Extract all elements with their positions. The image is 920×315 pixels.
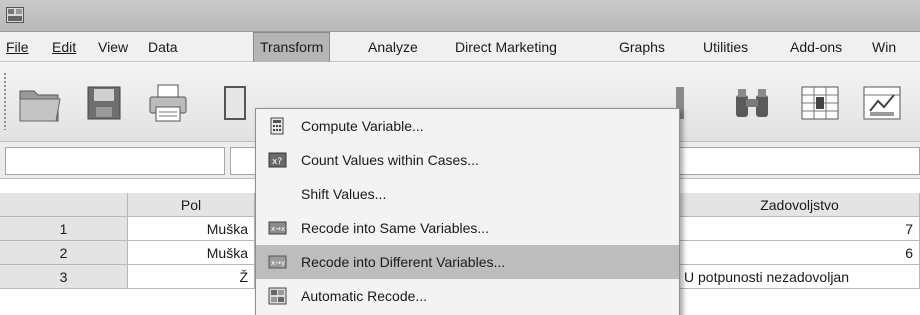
table-cell-zadovoljstvo[interactable]: U potpunosti nezadovoljan [680,265,920,289]
svg-text:x→x: x→x [271,225,285,233]
menu-view[interactable]: View [98,32,128,62]
row-number[interactable]: 2 [0,241,128,265]
table-cell-pol[interactable]: Ž [128,265,255,289]
split-file-icon[interactable] [796,79,844,127]
save-icon[interactable] [80,79,128,127]
window-titlebar [0,0,920,32]
weight-cases-icon[interactable] [858,79,906,127]
menu-item-label: Recode into Same Variables... [301,220,490,236]
grid-corner[interactable] [0,193,128,217]
menu-item-compute-variable[interactable]: Compute Variable... [256,109,679,143]
row-number[interactable]: 1 [0,217,128,241]
menu-window[interactable]: Win [872,32,896,62]
cell-value-box-right[interactable] [680,147,920,175]
menu-item-recode-same[interactable]: x→x Recode into Same Variables... [256,211,679,245]
table-cell-pol[interactable]: Muška [128,241,255,265]
table-cell-pol[interactable]: Muška [128,217,255,241]
menu-item-count-values[interactable]: x? Count Values within Cases... [256,143,679,177]
menu-file[interactable]: File [6,32,29,62]
automatic-recode-icon [268,287,287,305]
column-header-pol[interactable]: Pol [128,193,255,217]
menu-data[interactable]: Data [148,32,178,62]
find-icon[interactable] [728,79,776,127]
menu-transform[interactable]: Transform [253,32,331,62]
column-header-zadovoljstvo[interactable]: Zadovoljstvo [680,193,920,217]
transform-menu: Compute Variable... x? Count Values with… [255,108,680,315]
table-cell-zadovoljstvo[interactable]: 6 [680,241,920,265]
table-cell-zadovoljstvo[interactable]: 7 [680,217,920,241]
menu-item-shift-values[interactable]: Shift Values... [256,177,679,211]
count-values-icon: x? [268,152,287,168]
svg-text:x?: x? [272,157,282,167]
menu-edit[interactable]: Edit [52,32,76,62]
cell-reference-box[interactable] [5,147,225,175]
open-folder-icon[interactable] [16,79,64,127]
row-number[interactable]: 3 [0,265,128,289]
menu-graphs[interactable]: Graphs [619,32,665,62]
menu-analyze[interactable]: Analyze [368,32,418,62]
menu-item-recode-different[interactable]: x→y Recode into Different Variables... [256,245,679,279]
menu-item-label: Compute Variable... [301,118,424,134]
recode-different-icon: x→y [268,255,287,269]
svg-text:x→y: x→y [271,259,285,267]
menubar: File Edit View Data Transform Analyze Di… [0,32,920,62]
menu-item-label: Automatic Recode... [301,288,428,304]
menu-item-label: Shift Values... [301,186,387,202]
menu-item-label: Recode into Different Variables... [301,254,506,270]
menu-add-ons[interactable]: Add-ons [790,32,842,62]
menu-item-label: Count Values within Cases... [301,152,479,168]
calculator-icon [270,117,284,135]
menu-utilities[interactable]: Utilities [703,32,748,62]
toolbar-grip[interactable] [3,72,7,130]
print-icon[interactable] [144,79,192,127]
spss-app-icon [6,7,24,23]
menu-item-automatic-recode[interactable]: Automatic Recode... [256,279,679,313]
recode-same-icon: x→x [268,221,287,235]
dialog-recall-icon[interactable] [207,79,255,127]
menu-direct-marketing[interactable]: Direct Marketing [455,32,557,62]
